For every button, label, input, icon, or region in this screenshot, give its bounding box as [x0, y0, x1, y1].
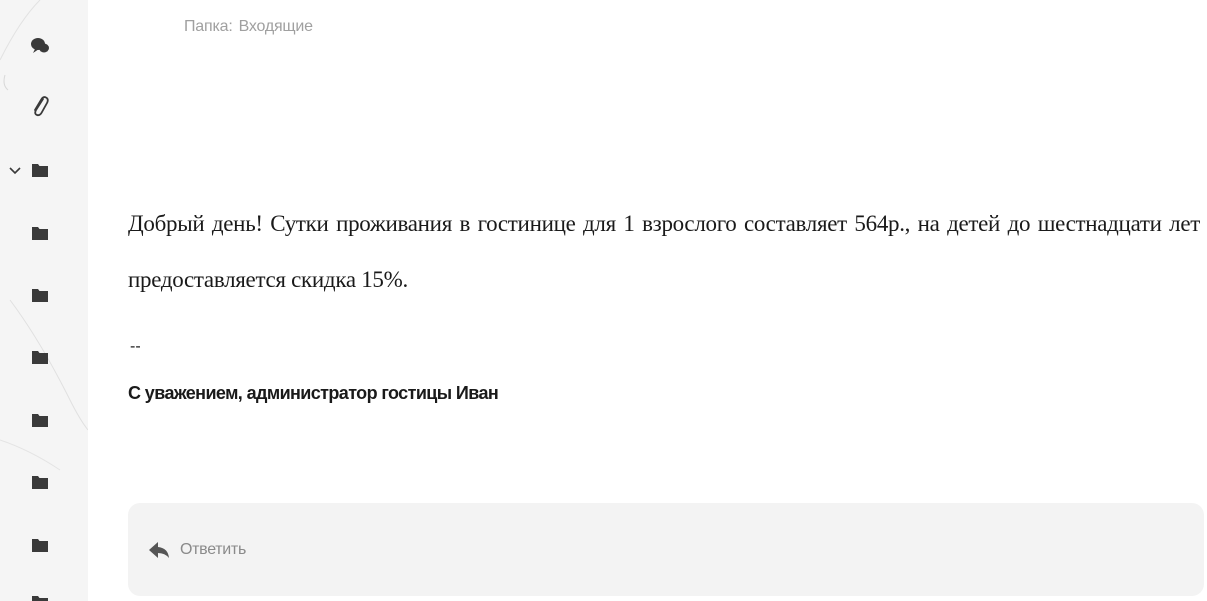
folder-icon[interactable]: [28, 408, 52, 432]
chevron-down-icon[interactable]: [8, 163, 22, 177]
signature: С уважением, администратор гостицы Иван: [128, 383, 499, 403]
folder-name[interactable]: Входящие: [239, 18, 313, 35]
reply-box[interactable]: Ответить: [128, 503, 1204, 596]
message-body: Добрый день! Сутки проживания в гостиниц…: [128, 211, 1200, 292]
folder-icon[interactable]: [28, 470, 52, 494]
folder-icon[interactable]: [28, 283, 52, 307]
folder-icon[interactable]: [28, 590, 52, 601]
folder-icon[interactable]: [28, 533, 52, 557]
reply-icon: [149, 542, 169, 558]
folder-icon[interactable]: [28, 158, 52, 182]
signature-separator: --: [130, 338, 141, 355]
sidebar: [0, 0, 88, 601]
folder-icon[interactable]: [28, 221, 52, 245]
folder-label-key: Папка:: [184, 18, 233, 35]
chat-icon[interactable]: [28, 33, 52, 57]
folder-icon[interactable]: [28, 345, 52, 369]
attachment-icon[interactable]: [28, 95, 52, 119]
folder-breadcrumb: Папка: Входящие: [184, 18, 313, 36]
reply-button-label[interactable]: Ответить: [180, 541, 246, 559]
